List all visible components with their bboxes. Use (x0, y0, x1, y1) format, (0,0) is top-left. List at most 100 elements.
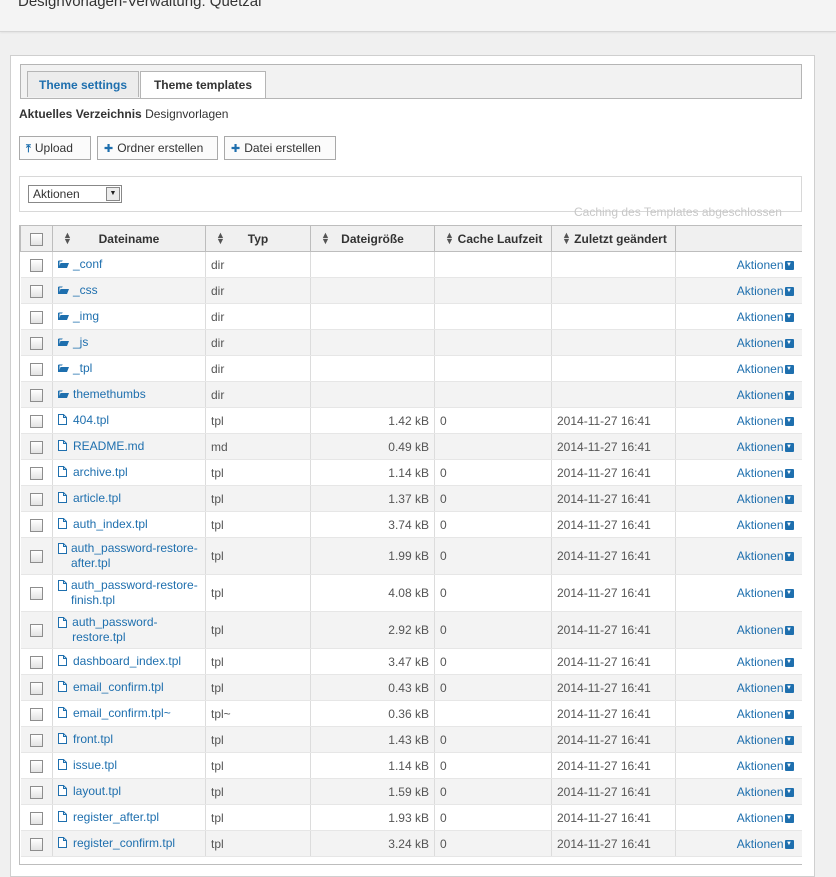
file-name-link[interactable]: front.tpl (73, 732, 113, 747)
row-checkbox[interactable] (29, 550, 43, 564)
file-name-link[interactable]: dashboard_index.tpl (73, 654, 181, 669)
row-actions-link[interactable]: Aktionen (737, 362, 784, 376)
row-checkbox[interactable] (29, 466, 43, 480)
row-actions-link[interactable]: Aktionen (737, 414, 784, 428)
file-name-link[interactable]: archive.tpl (73, 465, 128, 480)
chevron-down-icon[interactable]: ▼ (784, 260, 794, 270)
file-name-link[interactable]: themethumbs (73, 387, 146, 402)
chevron-down-icon[interactable]: ▼ (784, 442, 794, 452)
column-header-size[interactable]: ▲ ▼ Dateigröße (310, 226, 435, 252)
row-checkbox[interactable] (29, 811, 43, 825)
row-actions-link[interactable]: Aktionen (737, 837, 784, 851)
row-actions-link[interactable]: Aktionen (737, 586, 784, 600)
create-folder-button[interactable]: ✚ Ordner erstellen (97, 136, 218, 160)
row-checkbox[interactable] (29, 655, 43, 669)
row-checkbox[interactable] (29, 707, 43, 721)
file-name-link[interactable]: 404.tpl (73, 413, 109, 428)
row-checkbox[interactable] (29, 492, 43, 506)
file-name-link[interactable]: layout.tpl (73, 784, 121, 799)
row-actions-link[interactable]: Aktionen (737, 811, 784, 825)
file-name-link[interactable]: _img (73, 309, 99, 324)
file-name-link[interactable]: _js (73, 335, 88, 350)
file-name-link[interactable]: _css (73, 283, 98, 298)
row-checkbox[interactable] (29, 681, 43, 695)
chevron-down-icon[interactable]: ▼ (784, 657, 794, 667)
row-checkbox[interactable] (29, 414, 43, 428)
row-actions-link[interactable]: Aktionen (737, 623, 784, 637)
row-actions-link[interactable]: Aktionen (737, 655, 784, 669)
row-checkbox[interactable] (29, 733, 43, 747)
chevron-down-icon[interactable]: ▼ (784, 839, 794, 849)
file-name-link[interactable]: auth_password-restore-after.tpl (71, 541, 200, 571)
file-name-link[interactable]: email_confirm.tpl (73, 680, 164, 695)
row-actions-link[interactable]: Aktionen (737, 518, 784, 532)
file-name-link[interactable]: _conf (73, 257, 102, 272)
row-actions-link[interactable]: Aktionen (737, 336, 784, 350)
row-actions-link[interactable]: Aktionen (737, 733, 784, 747)
chevron-down-icon[interactable]: ▼ (784, 390, 794, 400)
file-name-link[interactable]: _tpl (73, 361, 92, 376)
row-actions-link[interactable]: Aktionen (737, 466, 784, 480)
column-header-cache[interactable]: ▲ ▼ Cache Laufzeit (434, 226, 552, 252)
file-name-link[interactable]: issue.tpl (73, 758, 117, 773)
row-checkbox[interactable] (29, 258, 43, 272)
row-actions-link[interactable]: Aktionen (737, 284, 784, 298)
chevron-down-icon[interactable]: ▼ (784, 626, 794, 635)
row-checkbox[interactable] (29, 624, 43, 638)
chevron-down-icon[interactable]: ▼ (784, 286, 794, 296)
chevron-down-icon[interactable]: ▼ (784, 709, 794, 719)
row-actions-link[interactable]: Aktionen (737, 492, 784, 506)
chevron-down-icon[interactable]: ▼ (784, 589, 794, 598)
row-checkbox[interactable] (29, 785, 43, 799)
row-actions-link[interactable]: Aktionen (737, 681, 784, 695)
file-name-link[interactable]: README.md (73, 439, 144, 454)
chevron-down-icon[interactable]: ▼ (784, 494, 794, 504)
bulk-actions-select[interactable]: Aktionen ▼ (28, 185, 122, 203)
select-all-checkbox[interactable] (30, 232, 43, 246)
chevron-down-icon[interactable]: ▼ (784, 364, 794, 374)
tab-theme-templates[interactable]: Theme templates (140, 71, 266, 98)
file-name-link[interactable]: email_confirm.tpl~ (73, 706, 171, 721)
row-actions-link[interactable]: Aktionen (737, 388, 784, 402)
column-header-type[interactable]: ▲ ▼ Typ (205, 226, 311, 252)
file-name-link[interactable]: auth_password-restore-finish.tpl (71, 578, 200, 608)
row-actions-link[interactable]: Aktionen (737, 258, 784, 272)
file-name-link[interactable]: register_after.tpl (73, 810, 159, 825)
row-actions-link[interactable]: Aktionen (737, 440, 784, 454)
chevron-down-icon[interactable]: ▼ (784, 338, 794, 348)
file-name-link[interactable]: auth_password-restore.tpl (72, 615, 200, 645)
row-checkbox[interactable] (29, 336, 43, 350)
chevron-down-icon[interactable]: ▼ (784, 468, 794, 478)
chevron-down-icon[interactable]: ▼ (784, 761, 794, 771)
chevron-down-icon[interactable]: ▼ (784, 312, 794, 322)
file-name-link[interactable]: article.tpl (73, 491, 121, 506)
row-checkbox[interactable] (29, 837, 43, 851)
tab-theme-settings[interactable]: Theme settings (27, 71, 139, 97)
column-header-name[interactable]: ▲ ▼ Dateiname (52, 226, 206, 252)
chevron-down-icon[interactable]: ▼ (784, 552, 794, 561)
row-checkbox[interactable] (29, 440, 43, 454)
chevron-down-icon[interactable]: ▼ (784, 683, 794, 693)
file-name-link[interactable]: auth_index.tpl (73, 517, 148, 532)
row-checkbox[interactable] (29, 587, 43, 601)
row-actions-link[interactable]: Aktionen (737, 549, 784, 563)
row-actions-link[interactable]: Aktionen (737, 310, 784, 324)
chevron-down-icon[interactable]: ▼ (784, 813, 794, 823)
row-checkbox[interactable] (29, 759, 43, 773)
row-checkbox[interactable] (29, 362, 43, 376)
chevron-down-icon[interactable]: ▼ (784, 735, 794, 745)
row-checkbox[interactable] (29, 388, 43, 402)
chevron-down-icon[interactable]: ▼ (784, 520, 794, 530)
row-actions-link[interactable]: Aktionen (737, 785, 784, 799)
row-actions-link[interactable]: Aktionen (737, 759, 784, 773)
create-file-button[interactable]: ✚ Datei erstellen (224, 136, 336, 160)
row-checkbox[interactable] (29, 284, 43, 298)
file-name-link[interactable]: register_confirm.tpl (73, 836, 175, 851)
row-checkbox[interactable] (29, 310, 43, 324)
upload-button[interactable]: ⤒ Upload (19, 136, 91, 160)
row-actions-link[interactable]: Aktionen (737, 707, 784, 721)
row-checkbox[interactable] (29, 518, 43, 532)
chevron-down-icon[interactable]: ▼ (784, 787, 794, 797)
chevron-down-icon[interactable]: ▼ (784, 416, 794, 426)
column-header-modified[interactable]: ▲ ▼ Zuletzt geändert (551, 226, 676, 252)
